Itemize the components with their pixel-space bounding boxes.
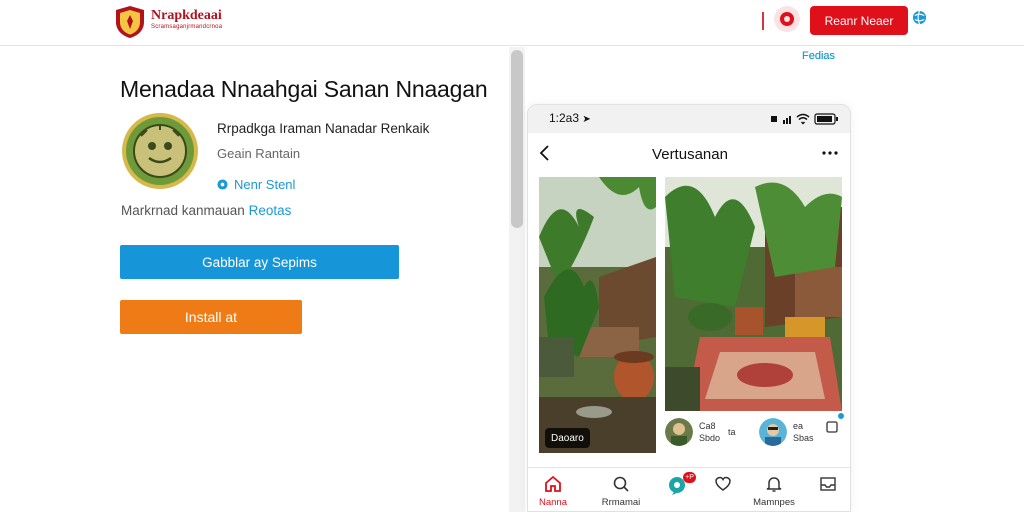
home-icon [545, 475, 561, 492]
page-title: Menadaa Nnaahgai Sanan Nnaagan [120, 76, 488, 102]
status-time: 1:2a3 ➤ [549, 111, 591, 125]
image-tag[interactable]: Daoaro [545, 428, 590, 448]
meta-line: Markrnad kanmauan Reotas [121, 203, 291, 218]
brand-text: Nrapkdeaai Scramsaganjrmandcrnoa [151, 9, 222, 31]
status-icons [771, 113, 838, 125]
wifi-icon [796, 113, 810, 125]
tab-search[interactable]: Rrmamai [591, 474, 651, 508]
tab-notifications[interactable]: Mamnpes [744, 474, 804, 508]
notification-button[interactable] [774, 6, 800, 32]
creator-name: Ca8 [699, 421, 716, 431]
tab-label: Mamnpes [753, 497, 795, 508]
avatar[interactable] [759, 418, 787, 446]
phone-tab-bar: Nanna Rrmamai +P Mamnpes [528, 467, 850, 511]
scrollbar-thumb[interactable] [511, 50, 523, 228]
shield-logo-icon [116, 6, 144, 38]
more-options-icon[interactable] [820, 145, 840, 161]
notification-icon [780, 12, 794, 26]
app-store-page: Nrapkdeaai Scramsaganjrmandcrnoa Reanr N… [0, 0, 1024, 512]
globe-icon[interactable] [912, 10, 927, 25]
creator-handle: Sbas [793, 433, 814, 443]
app-icon [122, 113, 198, 189]
meta-text: Markrnad kanmauan [121, 203, 245, 218]
header-cta-button[interactable]: Reanr Neaer [810, 6, 908, 35]
tab-label: Nanna [539, 497, 567, 508]
status-indicator: Nenr Stenl [217, 177, 295, 192]
vibrate-icon [771, 116, 777, 122]
install-button[interactable]: Install at [120, 300, 302, 334]
search-icon [613, 476, 629, 492]
feed-card[interactable]: Ca8 Sbdo ta ea Sbas [665, 177, 844, 459]
creator-info[interactable]: Ca8 Sbdo ta [665, 418, 736, 446]
phone-screenshot: 1:2a3 ➤ Vertusanan Daoaro Ca8 Sbdo ta ea… [527, 104, 851, 512]
phone-status-bar: 1:2a3 ➤ [528, 105, 850, 133]
garden-photo-right[interactable] [665, 177, 842, 411]
garden-photo-left[interactable] [539, 177, 656, 453]
feed-card[interactable]: Daoaro [539, 177, 656, 457]
check-circle-icon [217, 179, 228, 190]
meta-link[interactable]: Reotas [249, 203, 292, 218]
tab-label: Rrmamai [601, 497, 641, 508]
primary-action-button[interactable]: Gabblar ay Sepims [120, 245, 399, 279]
header-sub-link[interactable]: Fedias [802, 50, 835, 62]
creator-handle: Sbdo [699, 433, 721, 443]
tab-inbox[interactable] [798, 474, 850, 497]
screen-title: Vertusanan [652, 146, 728, 163]
signal-icon [789, 116, 791, 124]
developer-name[interactable]: Rrpadkga Iraman Nanadar Renkaik [217, 121, 429, 136]
creator-name: ea [793, 421, 804, 431]
category-label: Geain Rantain [217, 146, 301, 161]
brand-logo[interactable]: Nrapkdeaai Scramsaganjrmandcrnoa [114, 5, 222, 39]
brand-tagline: Scramsaganjrmandcrnoa [151, 24, 223, 30]
creator-stat: ta [728, 427, 736, 437]
creator-text: ea Sbas [793, 420, 814, 444]
phone-nav-header: Vertusanan [528, 133, 850, 177]
bell-icon [766, 477, 782, 492]
indicator-dot [838, 413, 844, 419]
header-divider [762, 12, 764, 30]
creator-text: Ca8 Sbdo [699, 420, 720, 444]
tab-home[interactable]: Nanna [528, 474, 583, 508]
status-time-text: 1:2a3 [549, 111, 580, 125]
top-bar: Nrapkdeaai Scramsaganjrmandcrnoa Reanr N… [0, 0, 1024, 62]
status-text: Nenr Stenl [234, 177, 296, 192]
brand-name: Nrapkdeaai [151, 8, 222, 23]
creator-info[interactable]: ea Sbas [759, 418, 814, 446]
location-arrow-icon: ➤ [582, 114, 591, 125]
inbox-icon [820, 477, 836, 491]
avatar[interactable] [665, 418, 693, 446]
bookmark-icon[interactable] [825, 420, 839, 434]
heart-icon [715, 476, 731, 491]
